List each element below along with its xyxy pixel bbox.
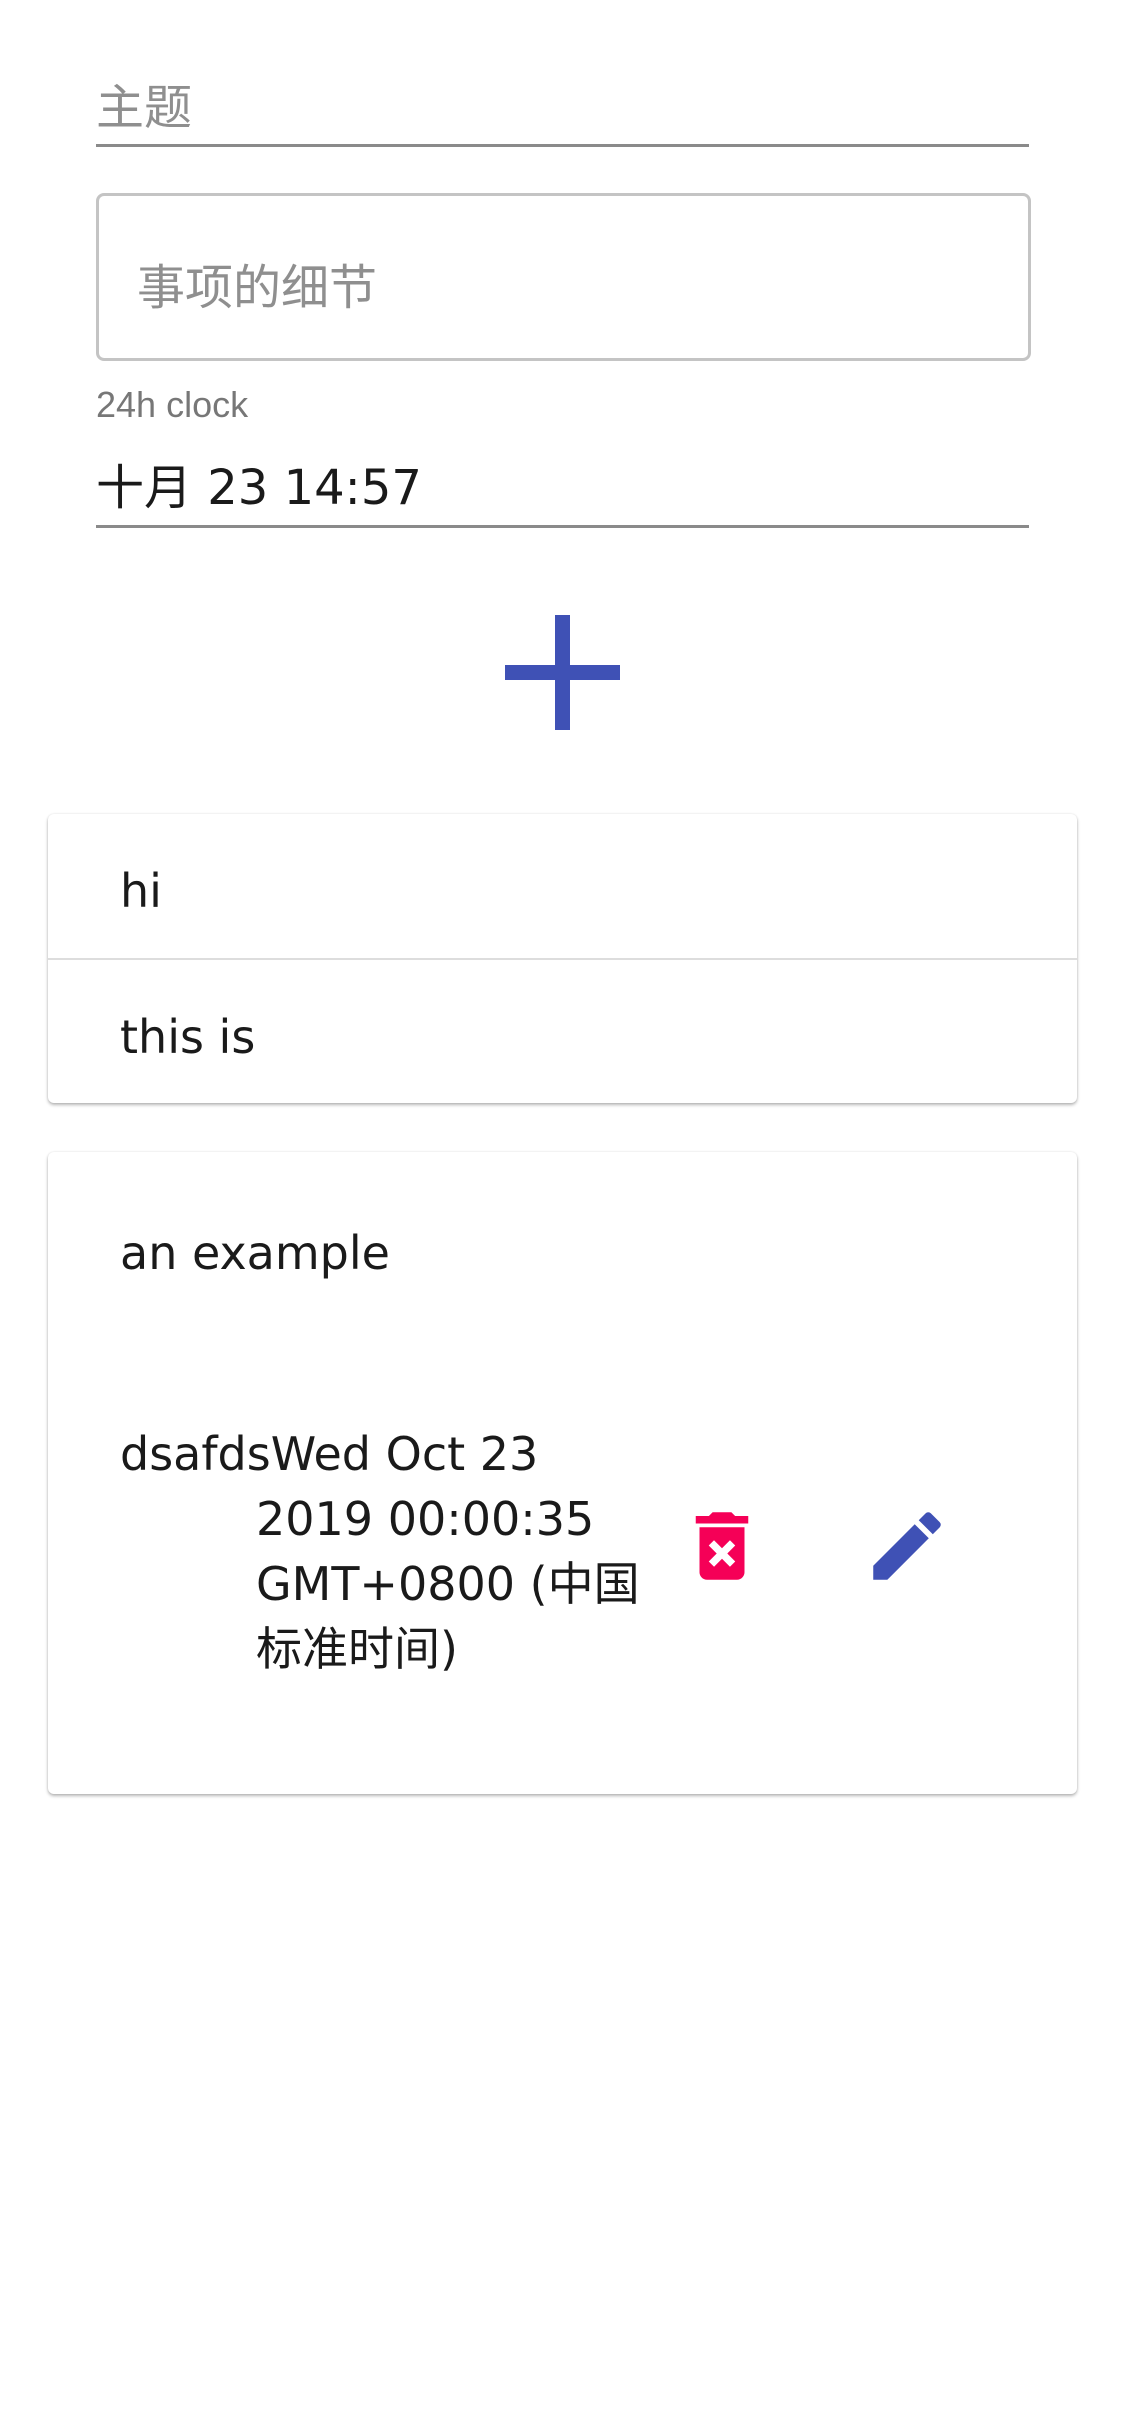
datetime-value: 十月 23 14:57: [96, 460, 422, 516]
subject-input[interactable]: 主题: [96, 48, 1029, 147]
datetime-input[interactable]: 十月 23 14:57: [96, 430, 1029, 528]
detail-body-first-line: dsafdsWed Oct 23: [120, 1427, 539, 1481]
todo-list: hi this is: [48, 814, 1077, 1103]
detail-title: an example: [120, 1226, 390, 1280]
list-item[interactable]: hi: [48, 814, 1077, 958]
add-button[interactable]: [502, 612, 623, 733]
subject-placeholder: 主题: [96, 80, 193, 136]
details-textarea[interactable]: 事项的细节: [96, 193, 1031, 361]
list-item[interactable]: this is: [48, 960, 1077, 1104]
clock-label: 24h clock: [96, 384, 249, 425]
detail-body: dsafdsWed Oct 23 2019 00:00:35 GMT+0800 …: [120, 1422, 680, 1682]
plus-icon: [505, 615, 620, 730]
detail-body-rest: 2019 00:00:35 GMT+0800 (中国标准时间): [256, 1492, 640, 1676]
delete-forever-icon: [695, 1512, 749, 1580]
details-placeholder: 事项的细节: [137, 260, 378, 316]
pencil-icon: [873, 1512, 941, 1580]
delete-button[interactable]: [677, 1501, 767, 1591]
edit-button[interactable]: [862, 1501, 952, 1591]
list-item-label: this is: [120, 1010, 256, 1064]
list-item-label: hi: [120, 864, 162, 918]
detail-card: an example dsafdsWed Oct 23 2019 00:00:3…: [48, 1152, 1077, 1794]
